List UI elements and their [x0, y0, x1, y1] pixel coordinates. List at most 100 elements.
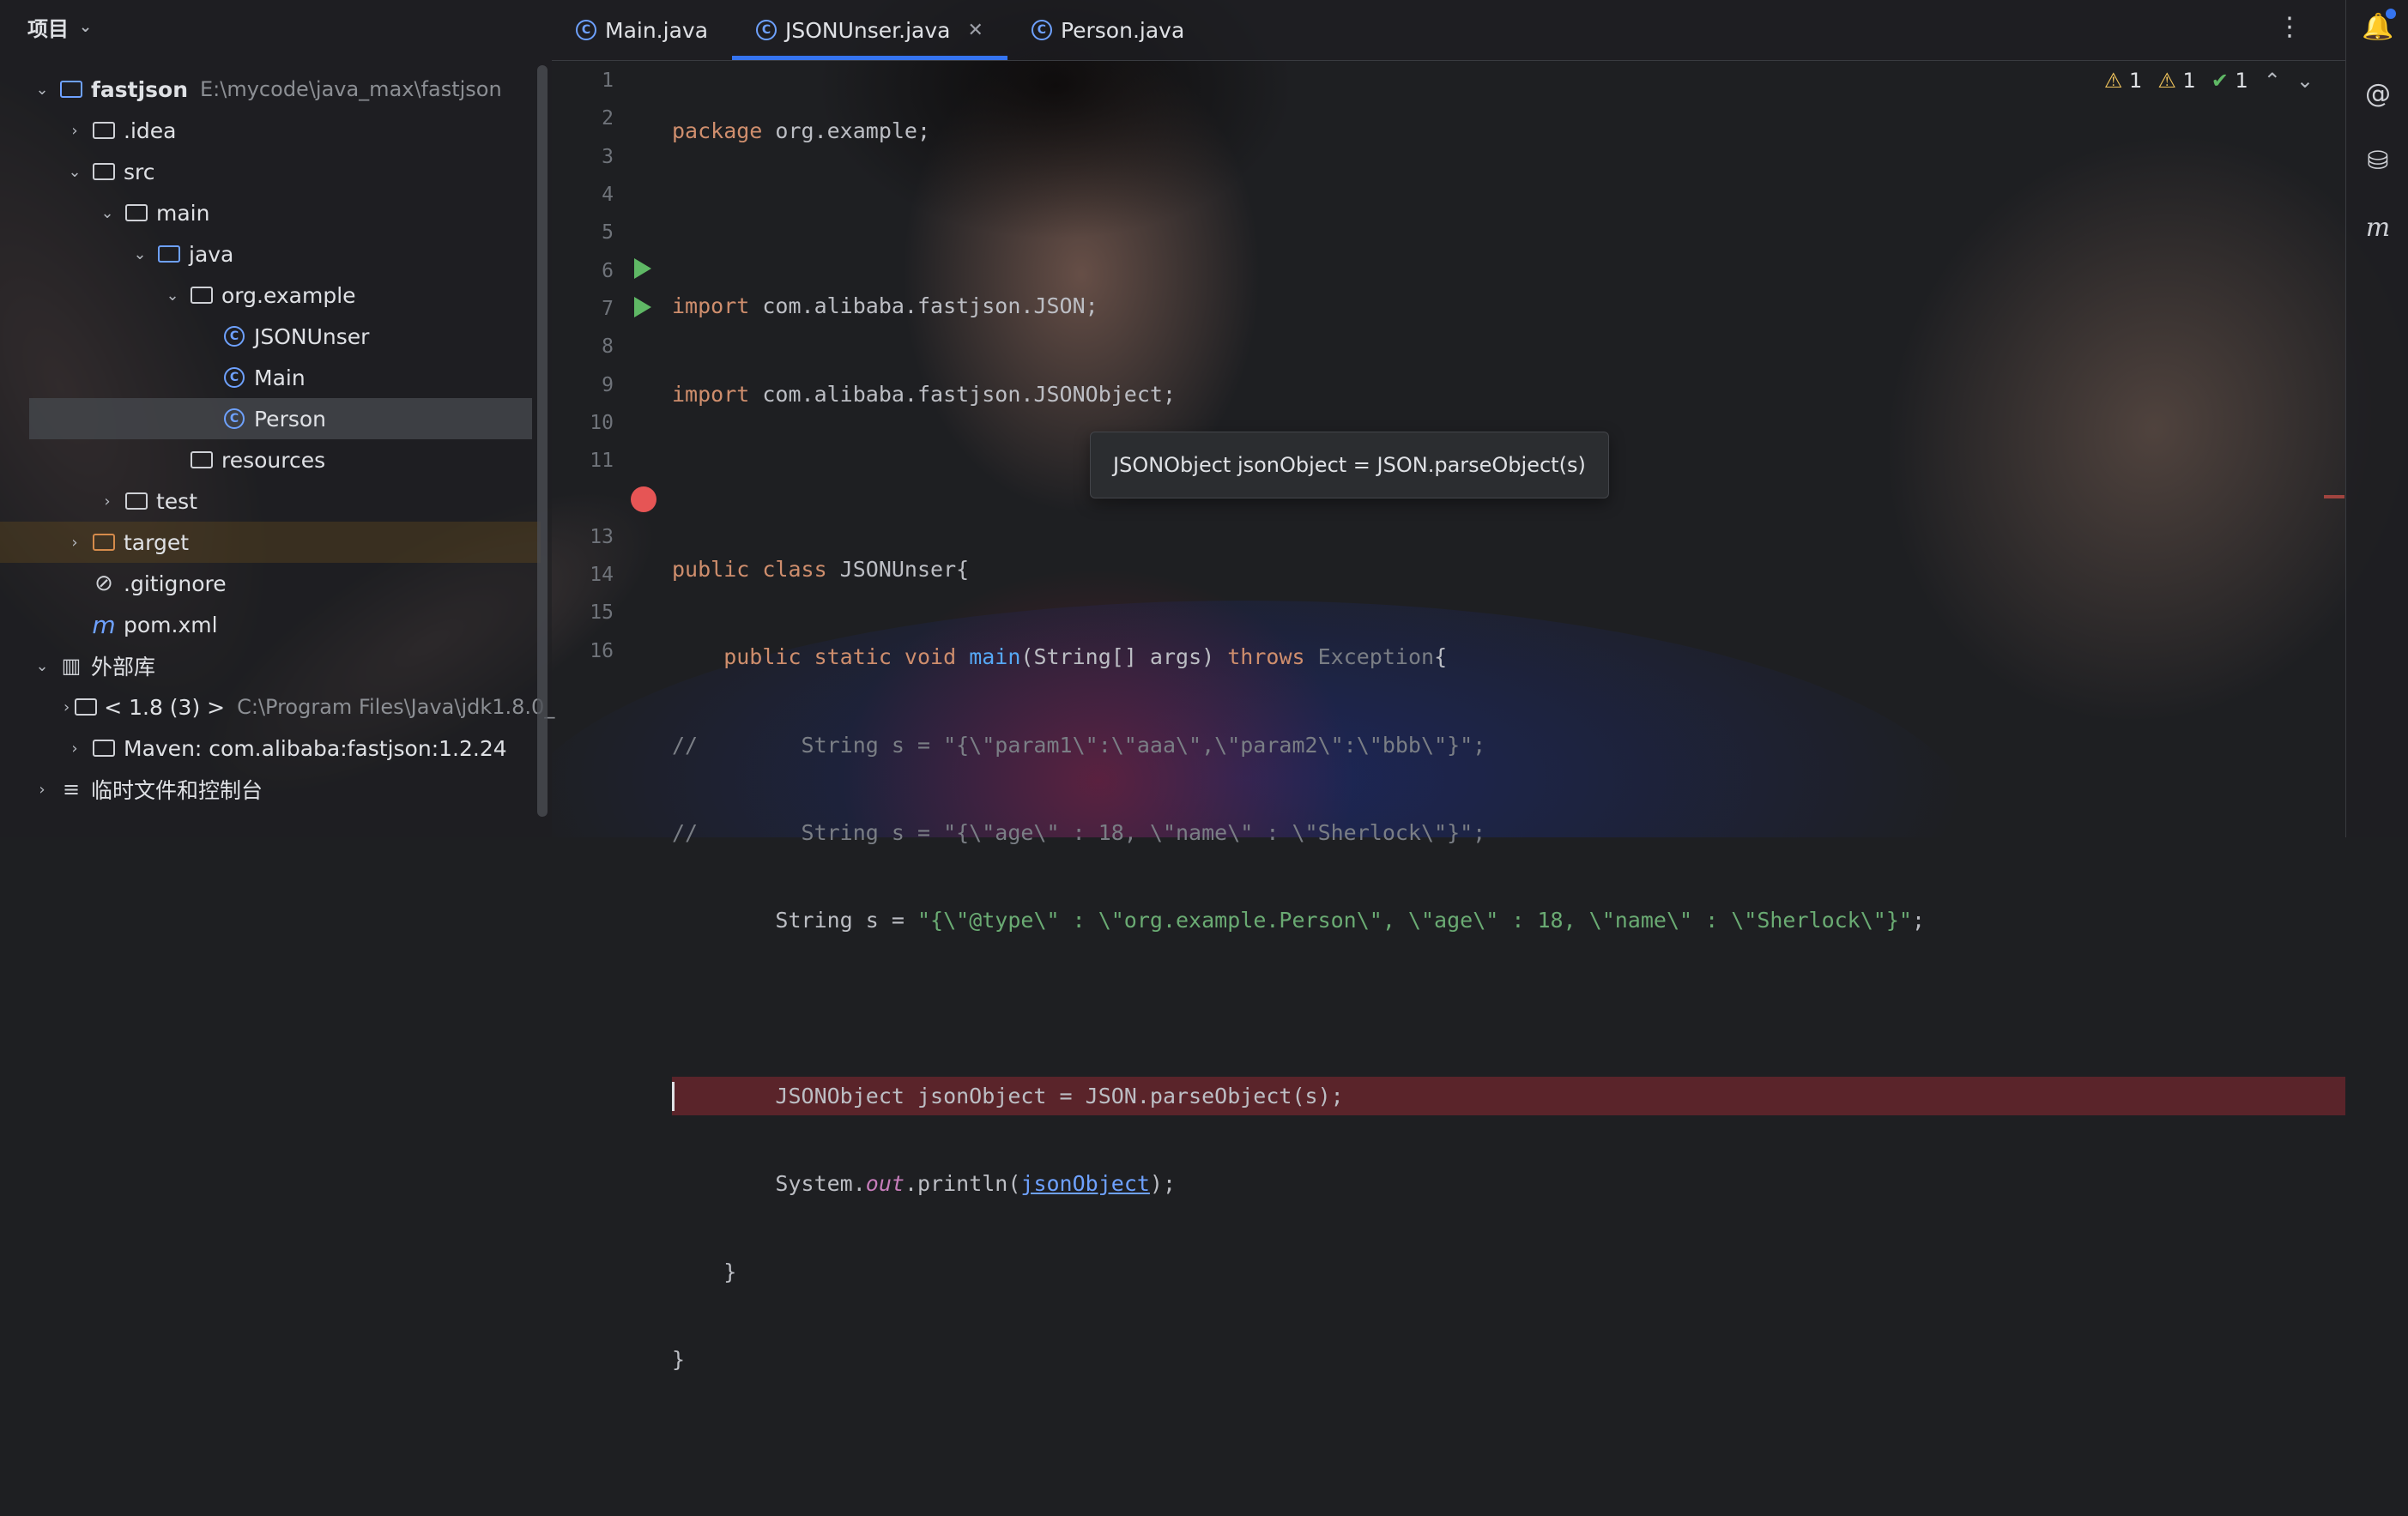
chevron-down-icon[interactable]: ⌄ — [129, 245, 151, 263]
code-line[interactable]: package org.example; — [672, 112, 2345, 149]
tree-item-jsonunser[interactable]: C JSONUnser — [0, 316, 541, 357]
chevron-right-icon[interactable]: › — [64, 740, 86, 758]
tab-main-java[interactable]: C Main.java — [552, 0, 732, 60]
notifications-icon[interactable]: 🔔 — [2362, 9, 2396, 43]
tree-item-jdk[interactable]: › < 1.8 (3) > C:\Program Files\Java\jdk1… — [0, 686, 554, 728]
line-number-12[interactable] — [552, 480, 672, 517]
variable-link[interactable]: jsonObject — [1020, 1171, 1150, 1196]
string-literal: "{\"@type\" : \"org.example.Person\", \"… — [917, 908, 1912, 933]
code-line[interactable]: public static void main (String[] args) t… — [672, 638, 2345, 676]
tree-item-idea[interactable]: › .idea — [0, 110, 541, 151]
keyword: public static void — [672, 644, 970, 670]
tree-item-label: target — [124, 529, 190, 555]
code-text: ); — [1149, 1171, 1177, 1197]
line-number[interactable]: 5 — [552, 214, 672, 251]
run-icon[interactable] — [634, 296, 651, 317]
tree-item-org-example[interactable]: ⌄ org.example — [0, 275, 541, 316]
chevron-down-icon[interactable]: ⌄ — [31, 81, 53, 99]
ai-assistant-icon[interactable]: @ — [2362, 77, 2394, 110]
close-icon[interactable]: ✕ — [968, 20, 983, 41]
breakpoint-icon[interactable] — [631, 486, 656, 513]
project-panel-header[interactable]: 项目 ⌄ — [0, 0, 552, 53]
code-line[interactable]: } — [672, 1253, 2345, 1290]
chevron-down-icon[interactable]: ⌄ — [96, 204, 118, 222]
tree-item-maven-fastjson[interactable]: › Maven: com.alibaba:fastjson:1.2.24 — [0, 728, 541, 769]
tree-item-external-libs[interactable]: ⌄ ▥ 外部库 — [0, 645, 541, 686]
chevron-down-icon[interactable]: ⌄ — [31, 657, 53, 675]
editor-tabs: C Main.java C JSONUnser.java ✕ C Person.… — [552, 0, 2345, 61]
chevron-right-icon[interactable]: › — [31, 781, 53, 799]
chevron-right-icon[interactable]: › — [64, 698, 70, 716]
line-number[interactable]: 13 — [552, 518, 672, 556]
line-number[interactable]: 3 — [552, 138, 672, 176]
more-options-icon[interactable]: ⋮ — [2277, 12, 2302, 42]
error-marker[interactable] — [2324, 495, 2344, 498]
tree-item-target[interactable]: › target — [0, 522, 541, 563]
code-line[interactable]: import com.alibaba.fastjson.JSON; — [672, 287, 2345, 325]
code-line[interactable]: import com.alibaba.fastjson.JSONObject; — [672, 375, 2345, 413]
chevron-down-icon[interactable]: ⌄ — [79, 18, 92, 36]
tree-item-test[interactable]: › test — [0, 480, 541, 522]
chevron-down-icon[interactable]: ⌄ — [161, 287, 184, 305]
chevron-down-icon[interactable]: ⌄ — [64, 163, 86, 181]
tree-item-person[interactable]: C Person — [29, 398, 532, 439]
tree-item-scratches[interactable]: › ≡ 临时文件和控制台 — [0, 769, 541, 810]
chevron-right-icon[interactable]: › — [64, 122, 86, 140]
code-line[interactable] — [672, 989, 2345, 1027]
tree-item-src[interactable]: ⌄ src — [0, 151, 541, 192]
code-line[interactable]: public class JSONUnser{ — [672, 550, 2345, 588]
exception-type: Exception — [1304, 644, 1435, 670]
database-icon[interactable]: ⛁ — [2362, 144, 2394, 177]
tree-item-gitignore[interactable]: ⊘ .gitignore — [0, 563, 541, 604]
tree-item-fastjson[interactable]: ⌄ fastjson E:\mycode\java_max\fastjson — [0, 69, 541, 110]
code-text: JSONUnser{ — [826, 557, 970, 583]
line-number[interactable]: 4 — [552, 176, 672, 214]
code-text: String s = — [672, 908, 917, 933]
code-line[interactable]: System. out .println(jsonObject); — [672, 1165, 2345, 1203]
code-line[interactable] — [672, 1428, 2345, 1465]
source-folder-icon — [156, 241, 182, 267]
project-scrollbar[interactable] — [537, 65, 548, 817]
line-number[interactable]: 14 — [552, 556, 672, 594]
code-line[interactable] — [672, 199, 2345, 237]
tree-item-main-class[interactable]: C Main — [0, 357, 541, 398]
code-line[interactable]: String s = "{\"@type\" : \"org.example.P… — [672, 902, 2345, 939]
code-line-breakpoint[interactable]: JSONObject jsonObject = JSON.parseObject… — [672, 1077, 2345, 1115]
line-number[interactable]: 11 — [552, 442, 672, 480]
library-jar-icon — [91, 735, 117, 761]
maven-icon[interactable]: m — [2362, 211, 2394, 244]
method-name: main — [969, 644, 1021, 670]
chevron-right-icon[interactable]: › — [96, 492, 118, 510]
chevron-right-icon[interactable]: › — [64, 534, 86, 552]
line-number-7[interactable]: 7 — [552, 290, 672, 328]
line-number[interactable]: 1 — [552, 62, 672, 100]
java-class-icon: C — [221, 365, 247, 390]
code-text: (String[] args) — [1020, 644, 1228, 670]
tree-item-java[interactable]: ⌄ java — [0, 233, 541, 275]
line-number[interactable]: 2 — [552, 100, 672, 137]
tree-item-label: src — [124, 159, 155, 184]
keyword: public class — [672, 557, 827, 583]
line-number-6[interactable]: 6 — [552, 251, 672, 289]
tree-item-resources[interactable]: resources — [0, 439, 541, 480]
line-number[interactable]: 10 — [552, 404, 672, 442]
editor-scrollbar[interactable] — [2324, 64, 2344, 802]
tab-jsonunser-java[interactable]: C JSONUnser.java ✕ — [732, 0, 1007, 60]
run-icon[interactable] — [634, 258, 651, 280]
notification-dot — [2386, 9, 2396, 19]
tree-item-main[interactable]: ⌄ main — [0, 192, 541, 233]
code-line[interactable]: } — [672, 1340, 2345, 1378]
line-number[interactable]: 15 — [552, 594, 672, 631]
code-line[interactable]: // String s = "{\"param1\":\"aaa\",\"par… — [672, 726, 2345, 764]
tree-item-pom[interactable]: m pom.xml — [0, 604, 541, 645]
code-line[interactable]: // String s = "{\"age\" : 18, \"name\" :… — [672, 813, 2345, 851]
code-text: ; — [1911, 908, 1925, 933]
module-folder-icon — [58, 76, 84, 102]
tab-person-java[interactable]: C Person.java — [1007, 0, 1208, 60]
line-number[interactable]: 16 — [552, 631, 672, 669]
tree-item-label: Person — [254, 406, 327, 432]
code-editor[interactable]: package org.example; import com.alibaba.… — [672, 62, 2345, 1516]
package-icon — [189, 282, 215, 308]
line-number[interactable]: 8 — [552, 328, 672, 365]
line-number[interactable]: 9 — [552, 365, 672, 403]
